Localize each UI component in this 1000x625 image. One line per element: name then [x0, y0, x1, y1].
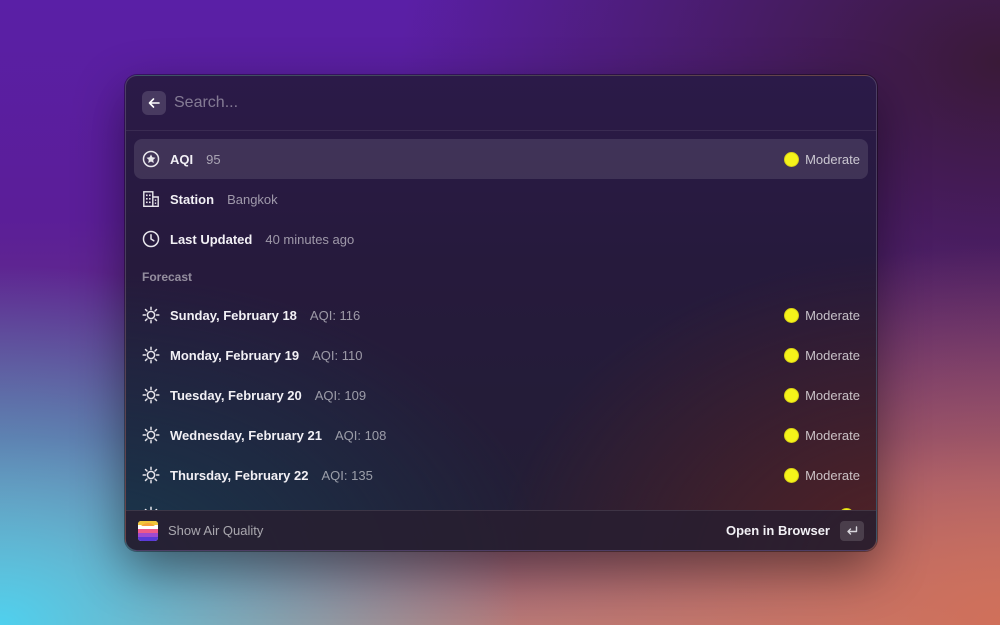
status-label: Moderate — [805, 387, 860, 403]
results-list: AQI 95 Moderate Station Bangkok Last Upd… — [126, 131, 876, 510]
status-label: Moderate — [805, 151, 860, 167]
sun-icon — [142, 386, 160, 404]
forecast-aqi: AQI: 116 — [309, 307, 361, 323]
moderate-dot-icon — [784, 387, 800, 403]
forecast-aqi: AQI: 108 — [334, 427, 387, 443]
status-accessory: Moderate — [784, 151, 860, 167]
item-title: AQI — [170, 151, 194, 167]
item-title: Station — [170, 191, 215, 207]
status-accessory: Moderate — [784, 467, 860, 483]
status-label: Moderate — [805, 427, 860, 443]
app-name: Show Air Quality — [168, 523, 264, 538]
star-circle-icon — [142, 150, 160, 168]
status-accessory: Moderate — [784, 307, 860, 323]
forecast-aqi: AQI: 110 — [312, 347, 363, 363]
forecast-item-partial[interactable] — [134, 495, 868, 510]
status-label: Moderate — [805, 467, 860, 483]
forecast-item[interactable]: Sunday, February 18 AQI: 116 Moderate — [134, 295, 868, 335]
item-subtitle: 95 — [206, 151, 221, 167]
search-bar — [126, 76, 876, 131]
forecast-date: Wednesday, February 21 — [170, 427, 322, 443]
moderate-dot-icon — [784, 347, 800, 363]
open-in-browser-action[interactable]: Open in Browser — [725, 520, 864, 541]
back-button[interactable] — [142, 91, 166, 115]
forecast-date: Sunday, February 18 — [170, 307, 297, 323]
air-quality-app-icon — [138, 520, 158, 541]
list-item-aqi[interactable]: AQI 95 Moderate — [134, 139, 868, 179]
sun-icon — [142, 346, 160, 364]
clock-icon — [142, 230, 160, 248]
forecast-date: Monday, February 19 — [170, 347, 300, 363]
forecast-item[interactable]: Monday, February 19 AQI: 110 Moderate — [134, 335, 868, 375]
forecast-item[interactable]: Tuesday, February 20 AQI: 109 Moderate — [134, 375, 868, 415]
building-icon — [142, 190, 160, 208]
status-label: Moderate — [805, 347, 860, 363]
list-item-last-updated[interactable]: Last Updated 40 minutes ago — [134, 219, 868, 259]
forecast-date: Tuesday, February 20 — [170, 387, 302, 403]
sun-icon — [142, 306, 160, 324]
return-key-icon — [840, 520, 864, 541]
moderate-dot-icon — [784, 427, 800, 443]
forecast-aqi: AQI: 109 — [314, 387, 367, 403]
status-label: Moderate — [805, 307, 860, 323]
moderate-dot-icon — [784, 151, 800, 167]
moderate-dot-icon — [784, 467, 800, 483]
status-accessory: Moderate — [784, 387, 860, 403]
forecast-aqi: AQI: 135 — [321, 467, 373, 483]
action-bar: Show Air Quality Open in Browser — [126, 510, 876, 550]
raycast-window: AQI 95 Moderate — [125, 75, 877, 551]
forecast-section-header: Forecast — [142, 270, 193, 284]
list-item-station[interactable]: Station Bangkok — [134, 179, 868, 219]
primary-action-label: Open in Browser — [725, 523, 830, 538]
moderate-dot-icon — [784, 307, 800, 323]
search-input[interactable] — [174, 94, 860, 112]
status-accessory: Moderate — [784, 347, 860, 363]
sun-icon — [142, 426, 160, 444]
arrow-left-icon — [148, 98, 160, 108]
item-title: Last Updated — [170, 231, 253, 247]
item-subtitle: 40 minutes ago — [265, 231, 355, 247]
sun-icon — [142, 466, 160, 484]
status-accessory: Moderate — [784, 427, 860, 443]
item-subtitle: Bangkok — [227, 191, 278, 207]
forecast-item[interactable]: Thursday, February 22 AQI: 135 Moderate — [134, 455, 868, 495]
forecast-item[interactable]: Wednesday, February 21 AQI: 108 Moderate — [134, 415, 868, 455]
forecast-date: Thursday, February 22 — [170, 467, 309, 483]
